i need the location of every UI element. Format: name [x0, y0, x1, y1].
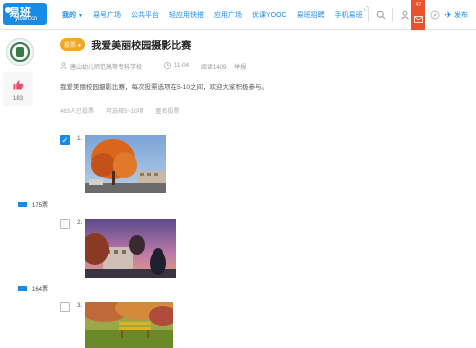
topbar-actions: 47 ✈ 发布	[363, 0, 476, 30]
vote-count-row: 175票	[18, 200, 48, 209]
nav-item-yihao-square[interactable]: 易号广场	[93, 10, 121, 20]
main-nav: 我的 ▼ 易号广场 公共平台 轻应用快搭 应用广场 优课YOOC 易班招聘 手机易…	[62, 0, 373, 30]
logo-domain: yiban.cn	[15, 16, 38, 22]
clock-icon	[164, 61, 171, 71]
vote-count: 164票	[32, 287, 49, 293]
mail-button[interactable]: 47	[411, 0, 426, 30]
report-link[interactable]: 举报	[234, 62, 246, 71]
send-icon: ✈	[444, 9, 452, 20]
page-title: 我爱美丽校园摄影比赛	[91, 40, 192, 52]
vote-count-row: 164票	[18, 284, 48, 293]
compass-icon[interactable]	[428, 9, 441, 22]
option-number: 2.	[77, 219, 83, 226]
option-checkbox[interactable]	[60, 219, 70, 229]
vote-bar	[18, 202, 27, 207]
option-photo[interactable]	[85, 219, 176, 278]
voted-count: 463人已投票	[60, 109, 95, 115]
option-number: 1.	[77, 135, 83, 142]
vote-description: 我爱美丽校园摄影比赛，每次投票选项在5-10之间，欢迎大家积极参与。	[60, 84, 269, 91]
yiban-logo[interactable]: 易班 yiban.cn	[3, 3, 47, 25]
school-emblem-core	[16, 47, 24, 57]
nav-item-mobile[interactable]: 手机易班 ◟◝	[335, 6, 369, 20]
vote-tag-badge: 投票 ●	[60, 37, 86, 51]
like-box[interactable]: 183	[3, 72, 33, 106]
vote-count: 175票	[32, 203, 49, 209]
like-count: 183	[12, 96, 23, 102]
anonymous-label: 匿名投票	[155, 109, 180, 115]
option-photo[interactable]	[85, 302, 173, 348]
selectable-range: 可选择5~10项	[106, 109, 144, 115]
search-icon[interactable]	[374, 9, 387, 22]
vote-stats: 463人已投票 可选择5~10项 匿名投票	[60, 106, 460, 115]
top-bar: 易班 yiban.cn 我的 ▼ 易号广场 公共平台 轻应用快搭 应用广场 优课Y…	[0, 0, 476, 30]
nav-item-light-app-builder[interactable]: 轻应用快搭	[169, 10, 204, 20]
person-icon	[60, 61, 67, 71]
nav-item-jobs[interactable]: 易班招聘	[297, 10, 325, 20]
author-sidebar	[6, 38, 34, 66]
author-name[interactable]: 唐山幼儿师范高等专科学校	[70, 62, 142, 71]
nav-item-yooc[interactable]: 优课YOOC	[252, 10, 287, 20]
publish-button[interactable]: ✈ 发布	[444, 10, 468, 21]
option-checkbox[interactable]: ✓	[60, 135, 70, 145]
divider	[392, 8, 394, 22]
option-number: 3.	[77, 302, 83, 309]
thumbs-up-icon	[13, 77, 24, 95]
meta-row: 唐山幼儿师范高等专科学校 11-04 阅读1409 举报	[60, 61, 460, 71]
post-date: 11-04	[174, 63, 189, 69]
mail-icon	[414, 16, 423, 23]
nav-item-app-square[interactable]: 应用广场	[214, 10, 242, 20]
title-row: 投票 ● 我爱美丽校园摄影比赛	[60, 36, 460, 52]
mail-count-badge: 47	[415, 2, 422, 8]
school-avatar[interactable]	[6, 38, 34, 66]
option-photo[interactable]	[85, 135, 166, 193]
user-icon[interactable]	[398, 9, 411, 22]
read-count: 阅读1409	[200, 64, 227, 71]
divider	[368, 8, 370, 22]
option-checkbox[interactable]	[60, 302, 70, 312]
chevron-down-icon: ▼	[78, 13, 83, 19]
vote-header: 投票 ● 我爱美丽校园摄影比赛 唐山幼儿师范高等专科学校 11-04 阅读140…	[60, 36, 460, 115]
vote-bar	[18, 286, 27, 291]
nav-item-mine[interactable]: 我的 ▼	[62, 10, 83, 20]
nav-item-public-platform[interactable]: 公共平台	[131, 10, 159, 20]
